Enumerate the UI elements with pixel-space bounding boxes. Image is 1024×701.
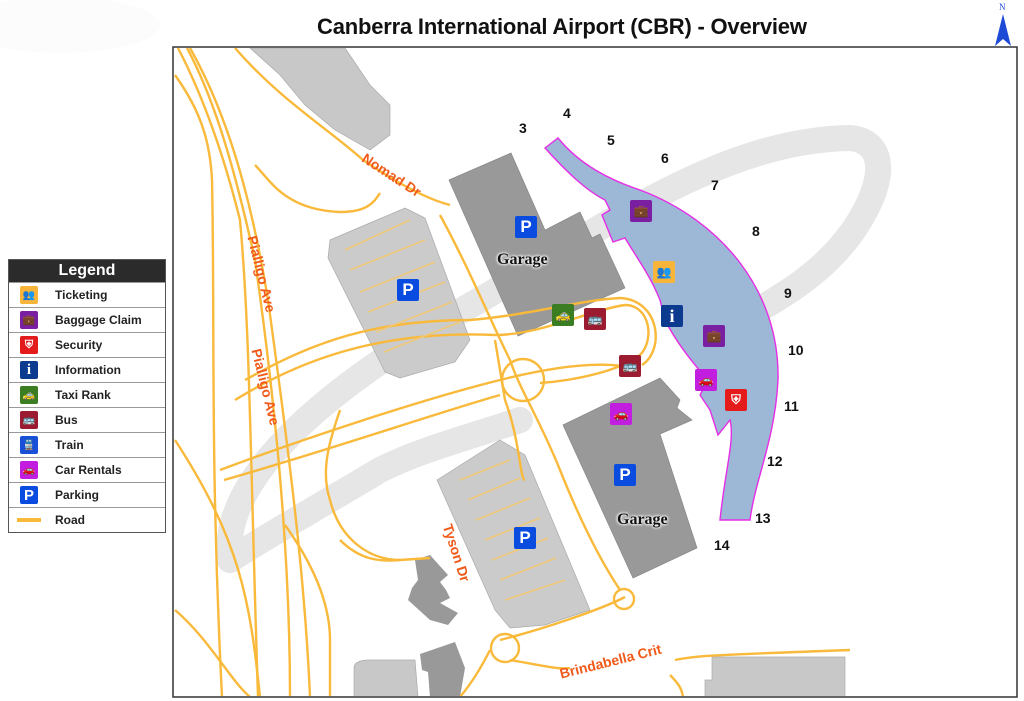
information-icon: i xyxy=(20,361,38,379)
taxi-icon: 🚕 xyxy=(20,386,38,404)
gate-4: 4 xyxy=(563,105,571,121)
legend-label: Ticketing xyxy=(55,288,108,302)
gate-5: 5 xyxy=(607,132,615,148)
gate-6: 6 xyxy=(661,150,669,166)
road-icon xyxy=(17,518,41,522)
gate-11: 11 xyxy=(784,398,799,414)
compass: N xyxy=(990,2,1018,48)
baggage-claim-icon: 💼 xyxy=(20,311,38,329)
legend-label: Train xyxy=(55,438,84,452)
legend-item-parking: P Parking xyxy=(9,482,165,507)
building-se xyxy=(704,656,846,696)
legend-label: Road xyxy=(55,513,85,527)
legend-label: Car Rentals xyxy=(55,463,122,477)
gate-7: 7 xyxy=(711,177,719,193)
legend-item-train: 🚆 Train xyxy=(9,432,165,457)
legend-label: Taxi Rank xyxy=(55,388,111,402)
legend-item-ticketing: 👥 Ticketing xyxy=(9,282,165,307)
legend-item-bus: 🚌 Bus xyxy=(9,407,165,432)
legend-item-security: ⛨ Security xyxy=(9,332,165,357)
gate-8: 8 xyxy=(752,223,760,239)
legend-item-road: Road xyxy=(9,507,165,532)
gate-12: 12 xyxy=(767,453,783,469)
parking-icon[interactable]: P xyxy=(397,279,419,301)
legend-label: Bus xyxy=(55,413,78,427)
north-arrow-icon xyxy=(995,14,1011,46)
building-sw xyxy=(353,659,419,696)
map-title: Canberra International Airport (CBR) - O… xyxy=(317,14,807,39)
bus-icon[interactable]: 🚌 xyxy=(584,308,606,330)
legend-item-baggage-claim: 💼 Baggage Claim xyxy=(9,307,165,332)
parking-icon[interactable]: P xyxy=(515,216,537,238)
garage-label-north: Garage xyxy=(497,251,548,268)
security-icon[interactable]: ⛨ xyxy=(725,389,747,411)
taxi-icon[interactable]: 🚕 xyxy=(552,304,574,326)
security-icon: ⛨ xyxy=(20,336,38,354)
legend-label: Baggage Claim xyxy=(55,313,142,327)
background-blob xyxy=(0,0,160,53)
legend-item-taxi-rank: 🚕 Taxi Rank xyxy=(9,382,165,407)
bus-icon: 🚌 xyxy=(20,411,38,429)
ticketing-icon[interactable]: 👥 xyxy=(653,261,675,283)
gate-9: 9 xyxy=(784,285,792,301)
legend-title: Legend xyxy=(9,260,165,282)
gate-10: 10 xyxy=(788,342,804,358)
car-rental-icon[interactable]: 🚗 xyxy=(610,403,632,425)
baggage-claim-icon[interactable]: 💼 xyxy=(630,200,652,222)
legend-item-information: i Information xyxy=(9,357,165,382)
map-frame xyxy=(172,46,1018,698)
car-rental-icon: 🚗 xyxy=(20,461,38,479)
parking-icon[interactable]: P xyxy=(614,464,636,486)
legend-label: Security xyxy=(55,338,103,352)
legend-label: Information xyxy=(55,363,121,377)
legend: Legend 👥 Ticketing 💼 Baggage Claim ⛨ Sec… xyxy=(8,259,166,533)
baggage-claim-icon[interactable]: 💼 xyxy=(703,325,725,347)
garage-label-south: Garage xyxy=(617,511,668,528)
gate-13: 13 xyxy=(755,510,771,526)
ticketing-icon: 👥 xyxy=(20,286,38,304)
gate-3: 3 xyxy=(519,120,527,136)
legend-item-car-rentals: 🚗 Car Rentals xyxy=(9,457,165,482)
parking-icon: P xyxy=(20,486,38,504)
parking-icon[interactable]: P xyxy=(514,527,536,549)
bus-icon[interactable]: 🚌 xyxy=(619,355,641,377)
legend-label: Parking xyxy=(55,488,100,502)
train-icon: 🚆 xyxy=(20,436,38,454)
gate-14: 14 xyxy=(714,537,730,553)
car-rental-icon[interactable]: 🚗 xyxy=(695,369,717,391)
information-icon[interactable]: i xyxy=(661,305,683,327)
